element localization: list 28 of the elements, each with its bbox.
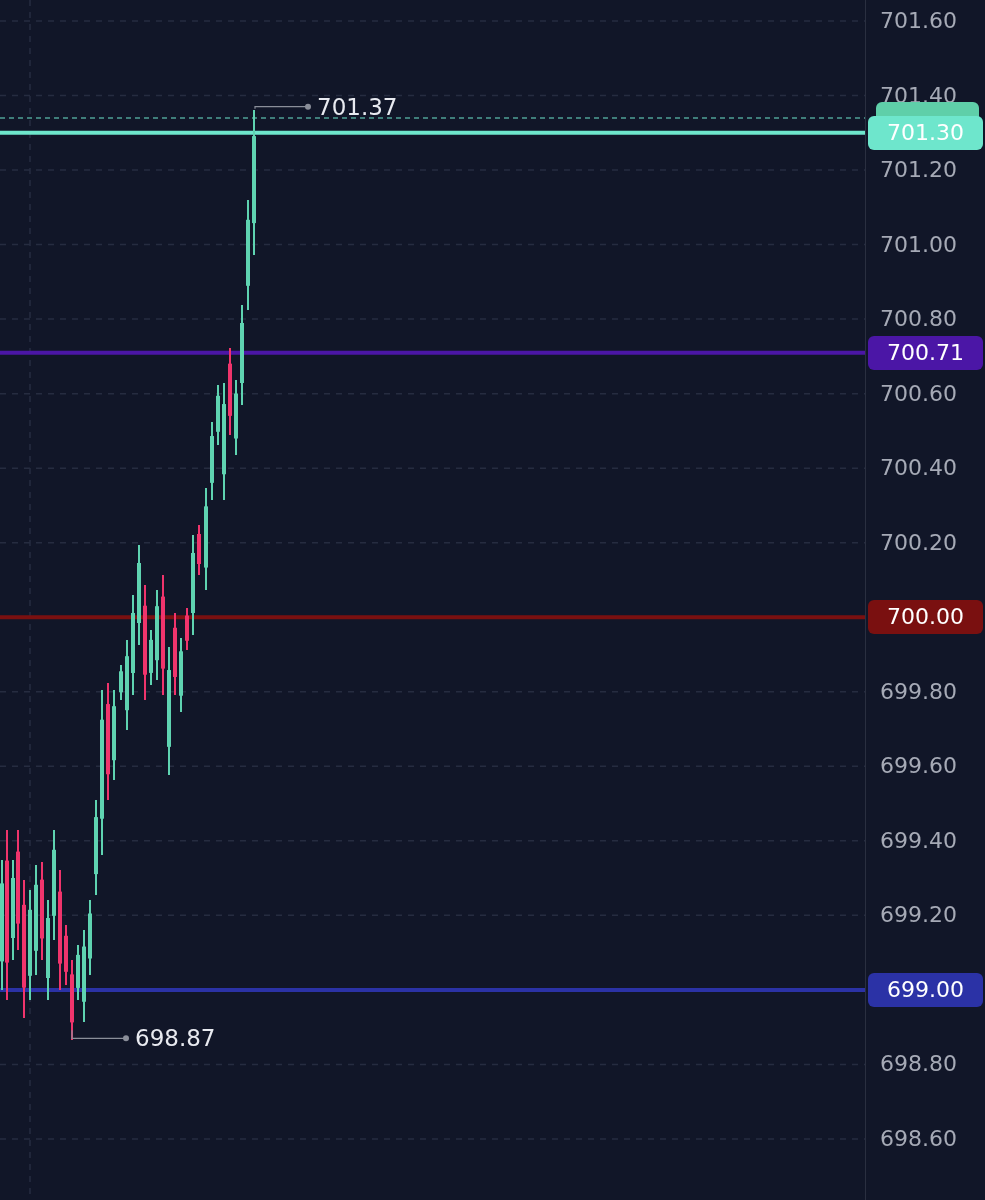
price-axis-label: 701.00: [880, 230, 957, 259]
price-line-tag: 701.30: [868, 115, 983, 150]
candlestick: [64, 924, 68, 986]
price-line-tag: 699.00: [868, 972, 983, 1007]
price-axis-label: 699.80: [880, 677, 957, 706]
price-axis-label: 698.80: [880, 1050, 957, 1079]
leader-line: [254, 103, 311, 110]
price-axis-label: 699.20: [880, 901, 957, 930]
leader-line: [71, 1029, 129, 1042]
price-axis-label: 700.20: [880, 528, 957, 557]
candlestick: [76, 944, 80, 1001]
price-line-tag: 700.00: [868, 600, 983, 635]
price-axis-label: 701.20: [880, 156, 957, 185]
price-axis-label: 699.40: [880, 826, 957, 855]
candlestick: [216, 384, 220, 446]
price-marker-label: 701.37: [317, 93, 398, 120]
price-axis-label: 698.60: [880, 1124, 957, 1153]
price-marker-label: 698.87: [135, 1025, 216, 1052]
price-axis-label: 700.40: [880, 454, 957, 483]
candlestick: [197, 524, 201, 576]
price-axis-label: 699.60: [880, 752, 957, 781]
price-line-tag: 700.71: [868, 335, 983, 370]
candlestick: [119, 664, 123, 701]
candlestick: [149, 629, 153, 686]
candlestick: [185, 607, 189, 651]
price-axis-label: 700.80: [880, 305, 957, 334]
price-axis-label: 700.60: [880, 379, 957, 408]
price-axis-label: 701.60: [880, 7, 957, 35]
